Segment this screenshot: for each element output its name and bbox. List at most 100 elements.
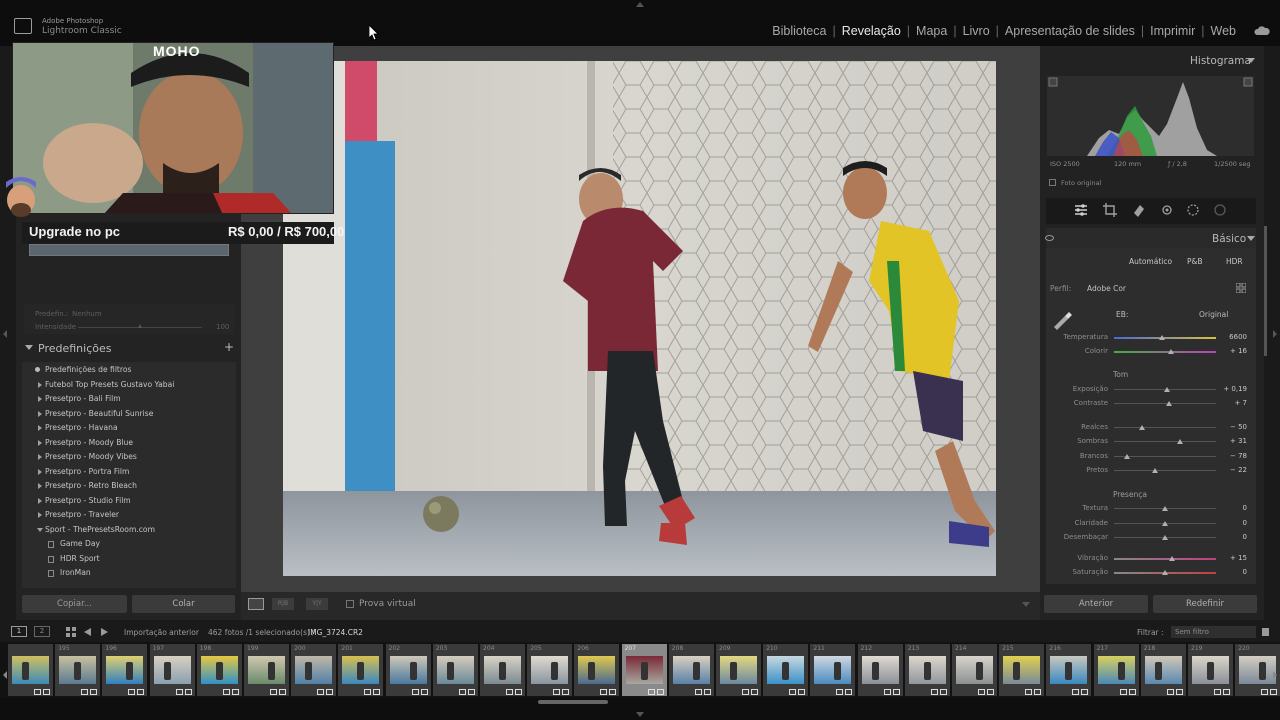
slider-value[interactable]: + 0,19 (1220, 385, 1247, 393)
basic-collapse-icon[interactable] (1247, 236, 1255, 241)
slider-value[interactable]: 0 (1220, 504, 1247, 512)
slider-value[interactable]: 0 (1220, 519, 1247, 527)
slider-value[interactable]: + 7 (1220, 399, 1247, 407)
right-panel-scrollbar[interactable] (1264, 226, 1267, 356)
filmstrip-left-icon[interactable] (3, 671, 7, 679)
slider-track[interactable] (1114, 558, 1216, 560)
filter-select[interactable]: Sem filtro (1171, 626, 1256, 638)
histogram-collapse-icon[interactable] (1247, 58, 1255, 63)
filmstrip-scrollbar[interactable] (538, 700, 608, 704)
secondary-window-button[interactable]: 2 (34, 626, 50, 637)
slider-track[interactable] (1114, 427, 1216, 428)
expand-arrow-icon[interactable] (38, 497, 42, 504)
filmstrip-thumbnail[interactable]: 211 (810, 644, 856, 696)
filmstrip-thumbnail[interactable]: 217 (1093, 644, 1139, 696)
grid-view-icon[interactable] (66, 627, 76, 637)
slider-thumb[interactable] (1162, 521, 1168, 526)
preset-item[interactable]: HDR Sport (22, 553, 236, 567)
filmstrip-thumbnail[interactable]: 207 (621, 644, 667, 696)
preset-folder[interactable]: Futebol Top Presets Gustavo Yabai (22, 379, 236, 393)
preset-folder[interactable]: Presetpro - Beautiful Sunrise (22, 408, 236, 422)
slider-value[interactable]: − 22 (1220, 466, 1247, 474)
filmstrip-thumbnail[interactable] (8, 644, 53, 696)
collapse-triangle-icon[interactable] (25, 345, 33, 350)
filmstrip-thumbnail[interactable]: 195 (55, 644, 101, 696)
before-after-button[interactable]: R|B (272, 598, 294, 610)
slider-thumb[interactable] (1177, 439, 1184, 444)
cloud-icon[interactable] (1254, 26, 1270, 36)
top-panel-toggle-icon[interactable] (636, 2, 644, 7)
filmstrip-filename[interactable]: IMG_3724.CR2 (308, 628, 363, 637)
slider-value[interactable]: + 15 (1220, 554, 1247, 562)
expand-arrow-icon[interactable] (38, 439, 42, 446)
auto-button[interactable]: Automático (1129, 257, 1172, 266)
left-panel-toggle-icon[interactable] (3, 330, 7, 338)
paste-settings-button[interactable]: Colar (132, 595, 235, 613)
preset-item[interactable]: IronMan (22, 567, 236, 581)
slider-value[interactable]: − 78 (1220, 452, 1247, 460)
slider-thumb[interactable] (1138, 425, 1145, 430)
module-tab[interactable]: Apresentação de slides (999, 24, 1141, 38)
slider-thumb[interactable] (1124, 454, 1131, 459)
slider-value[interactable]: 0 (1220, 533, 1247, 541)
slider-thumb[interactable] (1162, 535, 1168, 540)
navigator-preview[interactable] (29, 244, 229, 256)
main-window-button[interactable]: 1 (11, 626, 27, 637)
filmstrip-thumbnail[interactable]: 205 (527, 644, 573, 696)
expand-arrow-icon[interactable] (38, 483, 42, 489)
slider-thumb[interactable] (1158, 335, 1165, 340)
soft-proof-checkbox[interactable] (346, 600, 354, 608)
expand-arrow-icon[interactable] (38, 381, 42, 388)
wb-select[interactable]: Original (1199, 310, 1228, 319)
filmstrip-thumbnail[interactable]: 219 (1188, 644, 1233, 696)
right-panel-toggle-icon[interactable] (1273, 330, 1277, 338)
filmstrip-thumbnail[interactable]: 203 (432, 644, 478, 696)
before-after-split-button[interactable]: Y|Y (306, 598, 328, 610)
intensity-slider-thumb[interactable] (138, 324, 142, 328)
module-tab[interactable]: Livro (957, 24, 996, 38)
preset-item[interactable]: Game Day (22, 538, 236, 552)
main-photo[interactable] (283, 61, 996, 576)
filmstrip-thumbnail[interactable]: 210 (763, 644, 809, 696)
slider-thumb[interactable] (1166, 401, 1173, 406)
filmstrip-thumbnail[interactable]: 201 (338, 644, 384, 696)
slider-track[interactable] (1114, 441, 1216, 442)
loupe-view-button[interactable] (248, 598, 264, 610)
slider-track[interactable] (1114, 351, 1216, 353)
reset-button[interactable]: Redefinir (1153, 595, 1257, 613)
module-tab[interactable]: Imprimir (1144, 24, 1201, 38)
filmstrip-thumbnail[interactable]: 204 (480, 644, 525, 696)
filter-lock-icon[interactable] (1262, 628, 1269, 636)
red-eye-icon[interactable] (1160, 203, 1174, 217)
collapse-arrow-icon[interactable] (37, 527, 43, 532)
slider-thumb[interactable] (1151, 468, 1158, 473)
module-tab[interactable]: Biblioteca (766, 24, 832, 38)
preset-folder[interactable]: Presetpro - Traveler (22, 509, 236, 523)
slider-track[interactable] (1114, 403, 1216, 404)
filmstrip-thumbnail[interactable]: 208 (668, 644, 714, 696)
filmstrip-thumbnail[interactable]: 202 (385, 644, 431, 696)
hdr-button[interactable]: HDR (1226, 257, 1243, 266)
expand-arrow-icon[interactable] (38, 454, 42, 460)
slider-value[interactable]: 0 (1220, 568, 1247, 576)
slider-thumb[interactable] (1162, 506, 1168, 511)
masking-icon[interactable] (1186, 203, 1200, 217)
histogram[interactable] (1047, 76, 1254, 156)
expand-arrow-icon[interactable] (38, 396, 42, 402)
eye-icon[interactable] (1045, 235, 1054, 241)
preset-folder[interactable]: Presetpro - Bali Film (22, 393, 236, 407)
module-tab[interactable]: Mapa (910, 24, 953, 38)
expand-arrow-icon[interactable] (38, 468, 42, 475)
add-preset-icon[interactable]: + (224, 340, 234, 354)
slider-track[interactable] (1114, 337, 1216, 339)
preset-folder[interactable]: Presetpro - Retro Bleach (22, 480, 236, 494)
filmstrip-thumbnail[interactable]: 209 (716, 644, 761, 696)
expand-arrow-icon[interactable] (38, 512, 42, 518)
preset-folder[interactable]: Presetpro - Portra Film (22, 466, 236, 480)
slider-thumb[interactable] (1164, 387, 1171, 392)
slider-value[interactable]: + 16 (1220, 347, 1247, 355)
forward-arrow-icon[interactable] (101, 628, 108, 636)
filmstrip-thumbnail[interactable]: 198 (196, 644, 242, 696)
previous-button[interactable]: Anterior (1044, 595, 1148, 613)
profile-select[interactable]: Adobe Cor (1087, 284, 1126, 293)
